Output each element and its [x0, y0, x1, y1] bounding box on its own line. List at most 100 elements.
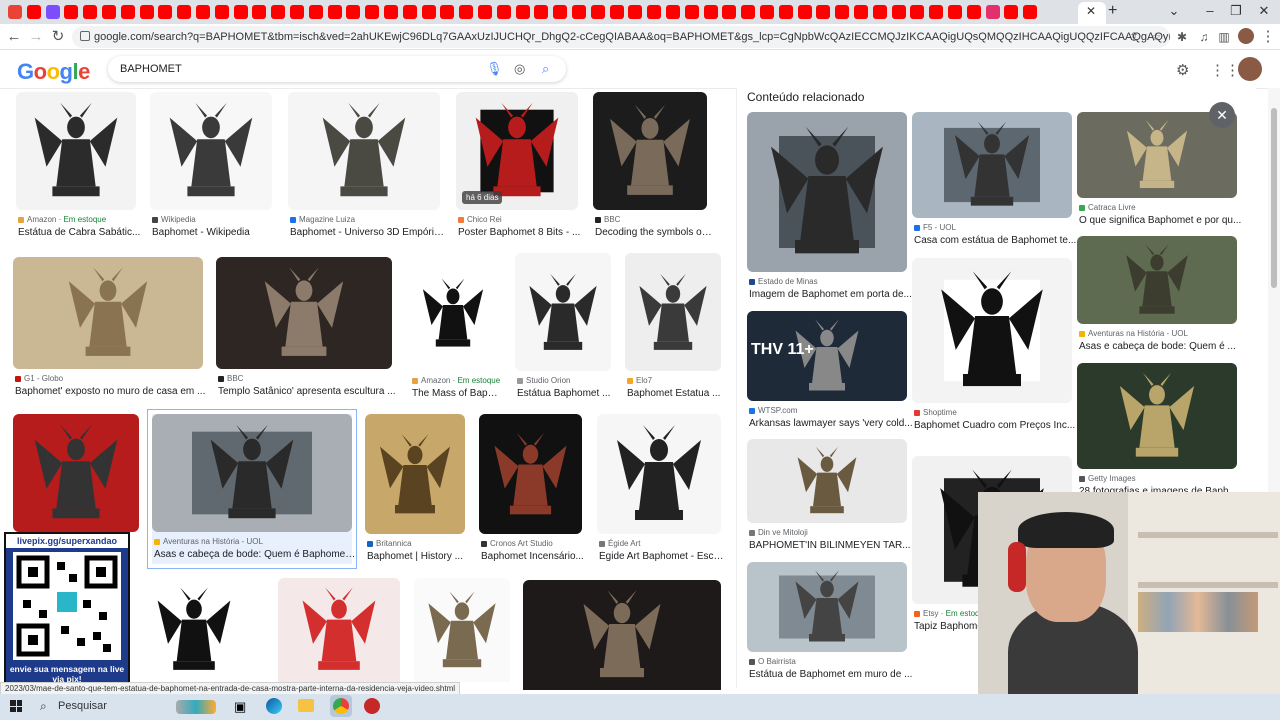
- result-source[interactable]: Amazon · Em estoque: [412, 376, 500, 385]
- result-title[interactable]: Arkansas lawmayer says 'very cold...: [749, 418, 913, 429]
- edge-icon[interactable]: [266, 698, 282, 714]
- result-title[interactable]: Estátua Baphomet ...: [517, 388, 617, 399]
- task-view-icon[interactable]: ▣: [234, 699, 246, 715]
- tab-favicon[interactable]: [233, 5, 248, 19]
- tab-favicon[interactable]: [854, 5, 868, 19]
- tab-favicon[interactable]: [1004, 5, 1019, 19]
- result-source[interactable]: Shoptime: [914, 408, 957, 417]
- related-result[interactable]: O Bairrista Estátua de Baphomet em muro d…: [747, 562, 912, 684]
- google-logo[interactable]: Google: [17, 59, 90, 85]
- result-thumbnail[interactable]: [216, 257, 392, 369]
- result-thumbnail[interactable]: [16, 92, 136, 210]
- result-thumbnail[interactable]: [479, 414, 582, 534]
- tab-favicon[interactable]: [290, 5, 304, 19]
- result-thumbnail[interactable]: [747, 112, 907, 272]
- image-result[interactable]: Studio Orion Estátua Baphomet ...: [515, 253, 611, 403]
- result-thumbnail[interactable]: [523, 580, 721, 695]
- result-thumbnail[interactable]: [1077, 236, 1237, 324]
- result-thumbnail[interactable]: [912, 258, 1072, 403]
- result-source[interactable]: Magazine Luiza: [290, 215, 355, 224]
- tab-favicon[interactable]: [703, 5, 718, 19]
- tab-favicon[interactable]: [120, 5, 135, 19]
- related-result[interactable]: Estado de Minas Imagem de Baphomet em por…: [747, 112, 912, 304]
- tab-favicon[interactable]: [26, 5, 41, 19]
- tab-favicon[interactable]: [778, 5, 793, 19]
- result-source[interactable]: Égide Art: [599, 539, 640, 548]
- lens-icon[interactable]: ◎: [514, 61, 525, 77]
- tab-favicon[interactable]: [590, 5, 605, 19]
- result-thumbnail[interactable]: THV 11+: [747, 311, 907, 401]
- result-title[interactable]: Asas e cabeça de bode: Quem é ...: [1079, 341, 1243, 352]
- result-thumbnail[interactable]: [288, 92, 440, 210]
- result-title[interactable]: Estátua de Cabra Sabátic...: [18, 227, 142, 238]
- tab-favicon[interactable]: [346, 5, 361, 19]
- tab-favicon[interactable]: [816, 5, 831, 19]
- result-source[interactable]: F5 - UOL: [914, 223, 956, 232]
- result-title[interactable]: BAPHOMET'IN BİLİNMEYEN TAR...: [749, 540, 913, 551]
- lock-icon[interactable]: [80, 31, 90, 41]
- tab-favicon[interactable]: [8, 5, 22, 19]
- result-title[interactable]: Baphomet - Universo 3D Empório...: [290, 227, 446, 238]
- result-source[interactable]: Cronos Art Studio: [481, 539, 553, 548]
- file-explorer-icon[interactable]: [298, 699, 314, 712]
- tab-search-icon[interactable]: ⌄: [1156, 2, 1192, 20]
- tab-favicon[interactable]: [684, 5, 699, 19]
- result-title[interactable]: Baphomet - Wikipedia: [152, 227, 278, 238]
- forward-icon[interactable]: →: [26, 28, 46, 46]
- taskbar-search-label[interactable]: Pesquisar: [58, 700, 107, 712]
- result-source[interactable]: WTSP.com: [749, 406, 797, 415]
- tab-favicon[interactable]: [948, 5, 962, 19]
- tab-favicon[interactable]: [402, 5, 417, 19]
- result-source[interactable]: Aventuras na História - UOL: [154, 537, 263, 546]
- result-source[interactable]: Estado de Minas: [749, 277, 818, 286]
- tab-favicon[interactable]: [760, 5, 774, 19]
- tab-favicon[interactable]: [440, 5, 455, 19]
- related-result[interactable]: Getty Images28 fotografias e imagens de …: [1077, 363, 1237, 501]
- window-close-icon[interactable]: ✕: [1246, 2, 1280, 20]
- menu-dots-icon[interactable]: ⋮: [1258, 28, 1278, 46]
- tab-favicon[interactable]: [496, 5, 511, 19]
- result-thumbnail[interactable]: [152, 414, 352, 532]
- result-thumbnail[interactable]: [625, 253, 721, 371]
- obs-icon[interactable]: [364, 698, 380, 714]
- tab-favicon[interactable]: [553, 5, 568, 19]
- related-result[interactable]: THV 11+ WTSP.com Arkansas lawmayer says 'v…: [747, 311, 913, 433]
- result-thumbnail[interactable]: [597, 414, 721, 534]
- image-result[interactable]: BBC Decoding the symbols on S...: [593, 92, 713, 242]
- image-result[interactable]: Amazon · Em estoque Estátua de Cabra Sabá…: [16, 92, 140, 242]
- tab-favicon[interactable]: [271, 5, 286, 19]
- tab-favicon[interactable]: [384, 5, 398, 19]
- result-title[interactable]: Decoding the symbols on S...: [595, 227, 713, 238]
- search-icon[interactable]: ⌕: [542, 61, 549, 77]
- result-title[interactable]: Asas e cabeça de bode: Quem é Baphomet, …: [154, 549, 358, 560]
- result-source[interactable]: G1 - Globo: [15, 374, 63, 383]
- settings-gear-icon[interactable]: ⚙: [1176, 61, 1189, 79]
- bookmark-star-icon[interactable]: ☆: [1146, 28, 1166, 46]
- chrome-taskbar-item[interactable]: [330, 695, 352, 717]
- share-icon[interactable]: ⇪: [1124, 28, 1144, 46]
- tab-favicon[interactable]: [985, 5, 1000, 19]
- tab-favicon[interactable]: [741, 5, 756, 19]
- result-thumbnail[interactable]: [593, 92, 707, 210]
- result-source[interactable]: Studio Orion: [517, 376, 570, 385]
- result-source[interactable]: Getty Images: [1079, 474, 1136, 483]
- result-source[interactable]: Wikipedia: [152, 215, 196, 224]
- image-result[interactable]: Cronos Art Studio Baphomet Incensário...: [479, 414, 584, 566]
- new-tab-icon[interactable]: +: [1108, 2, 1117, 20]
- result-source[interactable]: Amazon · Em estoque: [18, 215, 106, 224]
- image-result[interactable]: BBC Templo Satânico' apresenta escultura …: [216, 257, 396, 401]
- result-thumbnail[interactable]: [13, 414, 139, 532]
- tab-favicon[interactable]: [572, 5, 586, 19]
- result-title[interactable]: Baphomet' exposto no muro de casa em ...: [15, 386, 209, 397]
- account-avatar[interactable]: [1238, 57, 1262, 81]
- result-title[interactable]: Égide Art Baphomet - Escu...: [599, 551, 727, 562]
- result-title[interactable]: Baphomet Incensário...: [481, 551, 588, 562]
- result-title[interactable]: Baphomet | History ...: [367, 551, 471, 562]
- result-source[interactable]: Chico Rei: [458, 215, 502, 224]
- media-icon[interactable]: ♫: [1194, 28, 1214, 46]
- related-result[interactable]: F5 - UOL Casa com estátua de Baphomet te.…: [912, 112, 1076, 250]
- result-title[interactable]: Imagem de Baphomet em porta de...: [749, 289, 913, 300]
- image-result[interactable]: Elo7 Baphomet Estatua ...: [625, 253, 721, 403]
- image-result[interactable]: Aventuras na História - UOL Asas e cabeça…: [147, 409, 358, 569]
- tab-favicon[interactable]: [83, 5, 98, 19]
